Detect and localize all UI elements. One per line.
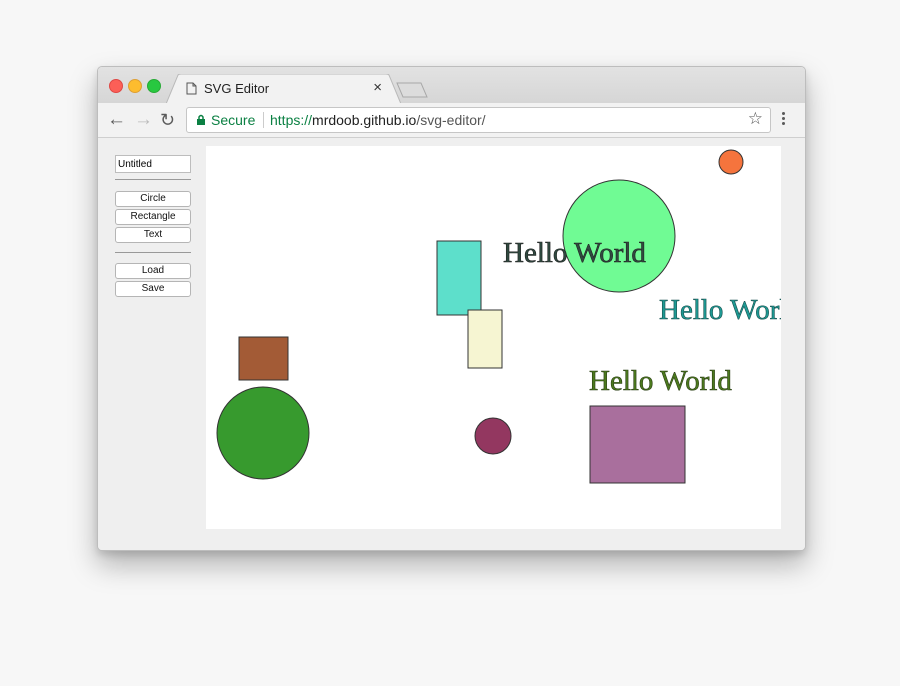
minimize-window-button[interactable]: [128, 79, 142, 93]
tab-shape: [166, 74, 402, 104]
forward-arrow-icon[interactable]: →: [134, 109, 153, 131]
url-text: https://mrdoob.github.io/svg-editor/: [270, 112, 486, 128]
hello-world-text-clipped[interactable]: Hello Worl: [659, 294, 781, 327]
tab-close-icon[interactable]: ×: [373, 79, 382, 96]
lock-icon: [197, 114, 205, 125]
green-circle-large[interactable]: [562, 179, 676, 293]
svg-canvas[interactable]: Hello World Hello Worl Hello World: [206, 146, 781, 529]
orange-circle[interactable]: [718, 149, 744, 175]
secure-label: Secure: [211, 112, 256, 128]
cream-rectangle[interactable]: [467, 309, 503, 369]
url-path: /svg-editor/: [416, 112, 486, 128]
new-tab-button[interactable]: [395, 81, 429, 99]
reload-icon[interactable]: ↻: [160, 109, 175, 131]
url-scheme: https://: [270, 112, 313, 128]
tab-strip: SVG Editor ×: [98, 67, 805, 104]
address-bar[interactable]: Secure https://mrdoob.github.io/svg-edit…: [186, 107, 771, 133]
page-icon: [186, 82, 197, 95]
browser-window: SVG Editor × ← → ↻ Secure https://mrdoob…: [97, 66, 806, 551]
add-circle-button[interactable]: Circle: [115, 191, 191, 207]
hello-world-text[interactable]: Hello World: [589, 365, 733, 398]
sidebar-divider: [115, 252, 191, 253]
save-button[interactable]: Save: [115, 281, 191, 297]
add-text-button[interactable]: Text: [115, 227, 191, 243]
address-separator: [263, 112, 264, 128]
close-window-button[interactable]: [109, 79, 123, 93]
dark-green-circle[interactable]: [216, 386, 310, 480]
hello-world-text[interactable]: Hello World: [503, 237, 647, 270]
url-host: mrdoob.github.io: [312, 112, 417, 128]
purple-rectangle[interactable]: [589, 405, 686, 484]
maroon-circle[interactable]: [474, 417, 512, 455]
brown-rectangle[interactable]: [238, 336, 289, 381]
sidebar-divider: [115, 179, 191, 180]
bookmark-star-icon[interactable]: ☆: [748, 109, 763, 129]
tab-title: SVG Editor: [204, 81, 270, 96]
page-content: Circle Rectangle Text Load Save Hello Wo…: [98, 138, 805, 550]
document-title-input[interactable]: [115, 155, 191, 173]
load-button[interactable]: Load: [115, 263, 191, 279]
tab-svg-editor[interactable]: SVG Editor ×: [166, 74, 402, 104]
browser-menu-icon[interactable]: [782, 112, 785, 127]
back-arrow-icon[interactable]: ←: [107, 109, 126, 131]
teal-rectangle[interactable]: [436, 240, 482, 316]
browser-toolbar: ← → ↻ Secure https://mrdoob.github.io/sv…: [98, 103, 805, 138]
maximize-window-button[interactable]: [147, 79, 161, 93]
add-rectangle-button[interactable]: Rectangle: [115, 209, 191, 225]
